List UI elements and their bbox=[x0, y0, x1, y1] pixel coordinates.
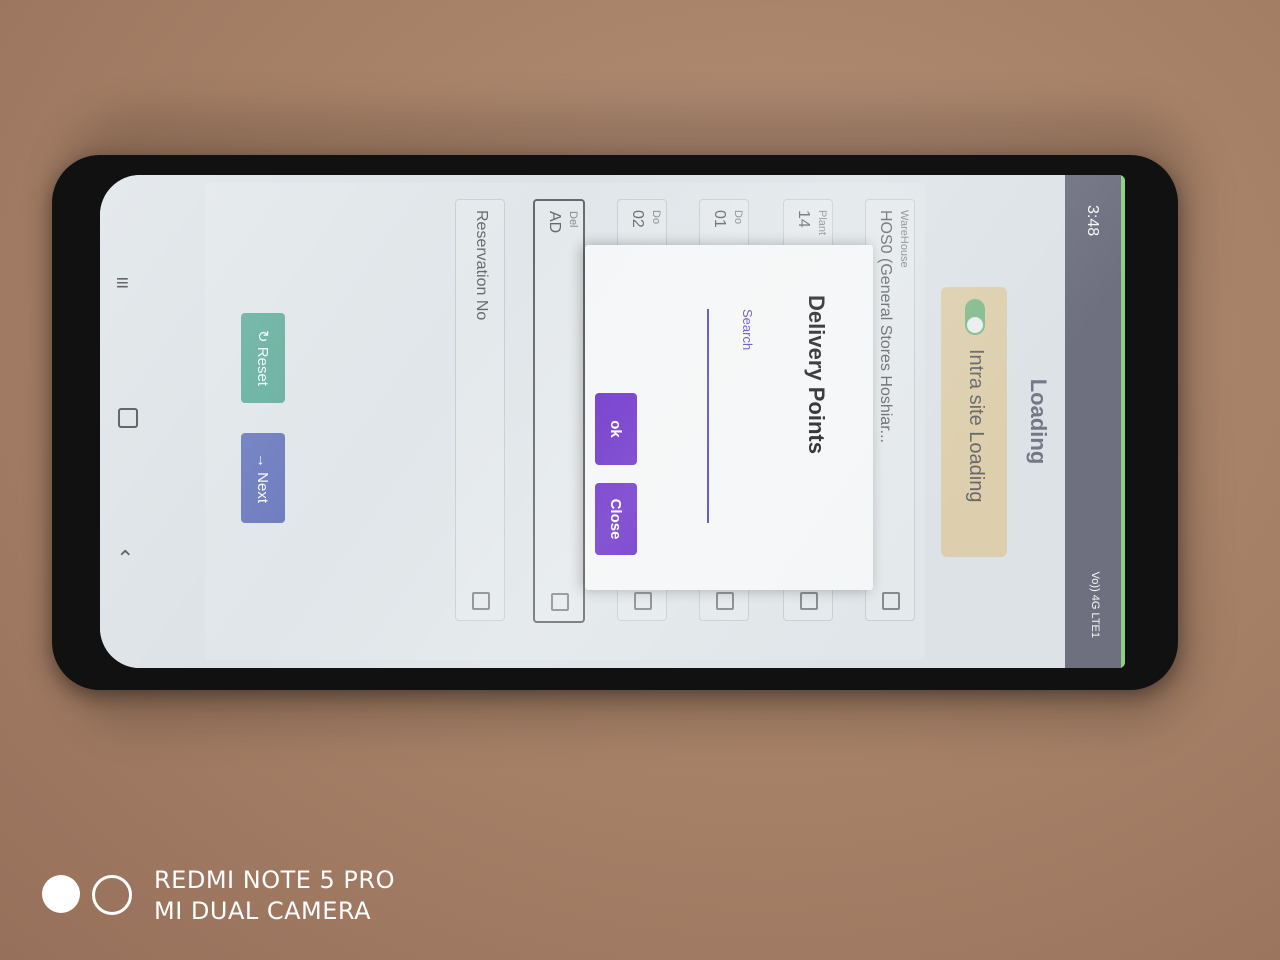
watermark-text: REDMI NOTE 5 PRO MI DUAL CAMERA bbox=[154, 865, 414, 927]
back-icon[interactable]: ⌃ bbox=[116, 546, 134, 572]
home-icon[interactable] bbox=[118, 408, 138, 428]
watermark-dot-outline bbox=[92, 875, 132, 915]
close-button[interactable]: Close bbox=[595, 483, 637, 555]
menu-icon[interactable]: ≡ bbox=[116, 270, 129, 296]
watermark-line1: REDMI NOTE 5 PRO bbox=[154, 866, 395, 894]
phone-screen: 3:48 Vo)) 4G LTE1 Loading Intra site Loa… bbox=[100, 175, 1125, 668]
search-label: Search bbox=[740, 309, 755, 351]
android-nav: ≡ ⌃ bbox=[108, 250, 148, 590]
ok-button[interactable]: ok bbox=[595, 393, 637, 465]
watermark-line2: MI DUAL CAMERA bbox=[154, 897, 372, 925]
dialog-title: Delivery Points bbox=[804, 295, 829, 454]
watermark-dot-filled bbox=[42, 875, 80, 913]
delivery-points-dialog: Delivery Points Search ok Close bbox=[585, 245, 873, 590]
app-canvas: 3:48 Vo)) 4G LTE1 Loading Intra site Loa… bbox=[100, 175, 1125, 668]
search-input[interactable] bbox=[707, 309, 735, 523]
